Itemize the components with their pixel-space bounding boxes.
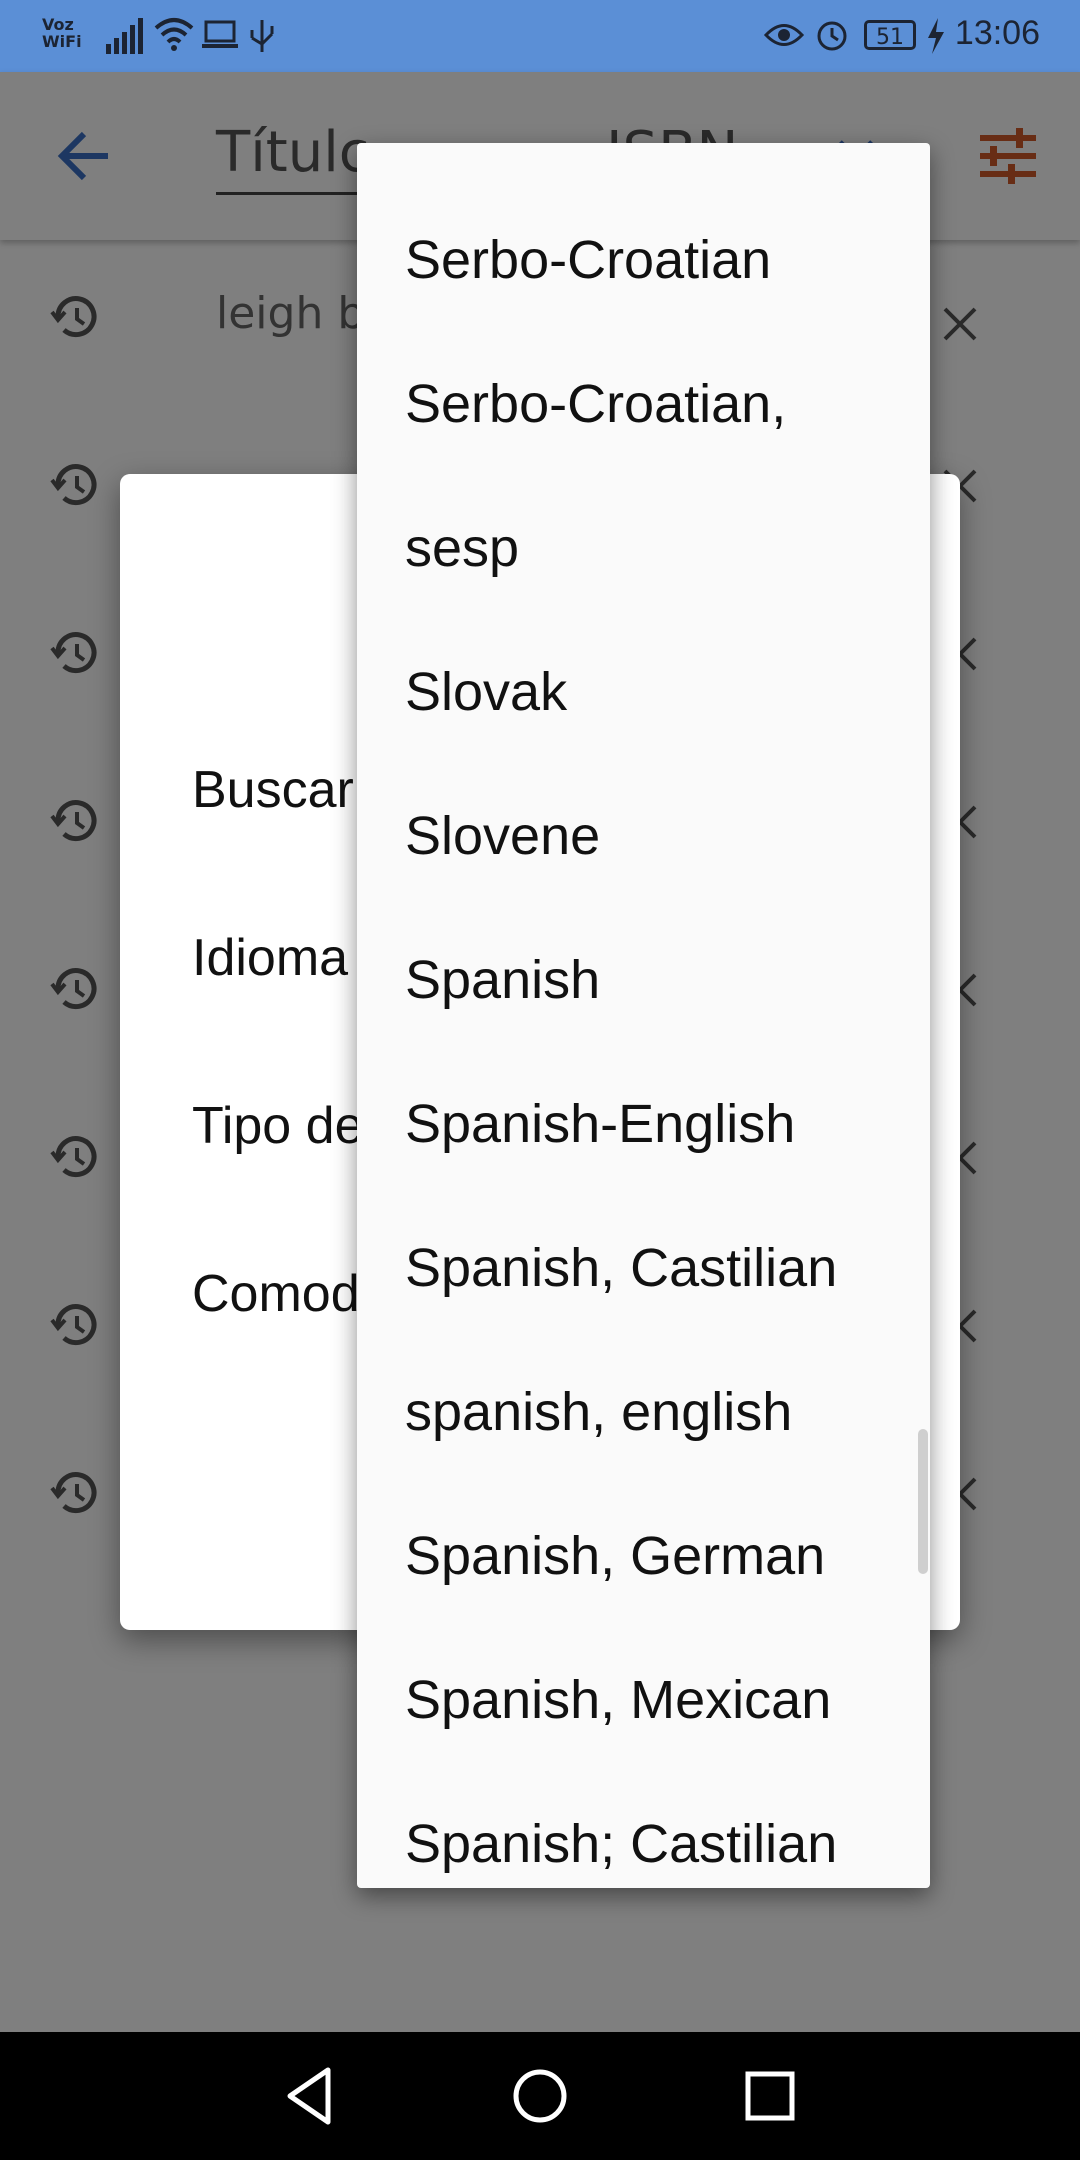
dropdown-option[interactable]: Spanish, German bbox=[405, 1525, 825, 1587]
nav-recents-icon[interactable] bbox=[734, 2060, 806, 2132]
dialog-row-wildcard[interactable]: Comod bbox=[192, 1264, 360, 1324]
wifi-icon bbox=[154, 18, 194, 51]
alarm-icon bbox=[817, 21, 847, 51]
dialog-row-language[interactable]: Idioma bbox=[192, 928, 348, 988]
dropdown-option[interactable]: Serbo-Croatian bbox=[405, 229, 771, 291]
signal-icon bbox=[106, 18, 143, 54]
dialog-row-search[interactable]: Buscar bbox=[192, 760, 354, 820]
eye-icon bbox=[764, 24, 804, 46]
dropdown-option[interactable]: Spanish; Castilian bbox=[405, 1813, 837, 1875]
dropdown-option[interactable]: Serbo-Croatian, bbox=[405, 373, 786, 435]
nav-home-icon[interactable] bbox=[504, 2060, 576, 2132]
dropdown-option[interactable]: Slovene bbox=[405, 805, 600, 867]
navigation-bar bbox=[0, 2032, 1080, 2160]
clock: 13:06 bbox=[954, 14, 1040, 52]
dropdown-option[interactable]: sesp bbox=[405, 517, 519, 579]
dropdown-option[interactable]: Slovak bbox=[405, 661, 567, 723]
dropdown-option[interactable]: Spanish, Mexican bbox=[405, 1669, 831, 1731]
nav-back-icon[interactable] bbox=[274, 2060, 346, 2132]
dialog-row-type[interactable]: Tipo de bbox=[192, 1096, 364, 1156]
status-bar: Voz WiFi 51 13:06 bbox=[0, 0, 1080, 72]
dropdown-option[interactable]: spanish, english bbox=[405, 1381, 792, 1443]
dropdown-option[interactable]: Spanish-English bbox=[405, 1093, 795, 1155]
charging-icon bbox=[928, 18, 944, 54]
carrier-line2: WiFi bbox=[42, 32, 82, 51]
laptop-icon bbox=[202, 20, 238, 48]
usb-icon bbox=[250, 20, 274, 52]
battery-icon: 51 bbox=[864, 20, 916, 50]
dropdown-option[interactable]: Spanish bbox=[405, 949, 600, 1011]
dropdown-scrollbar[interactable] bbox=[918, 1429, 928, 1574]
carrier-label: Voz WiFi bbox=[42, 16, 82, 50]
carrier-line1: Voz bbox=[42, 15, 74, 34]
language-dropdown: Serbo-Croatian Serbo-Croatian, sesp Slov… bbox=[357, 143, 930, 1888]
dropdown-option[interactable]: Spanish, Castilian bbox=[405, 1237, 837, 1299]
